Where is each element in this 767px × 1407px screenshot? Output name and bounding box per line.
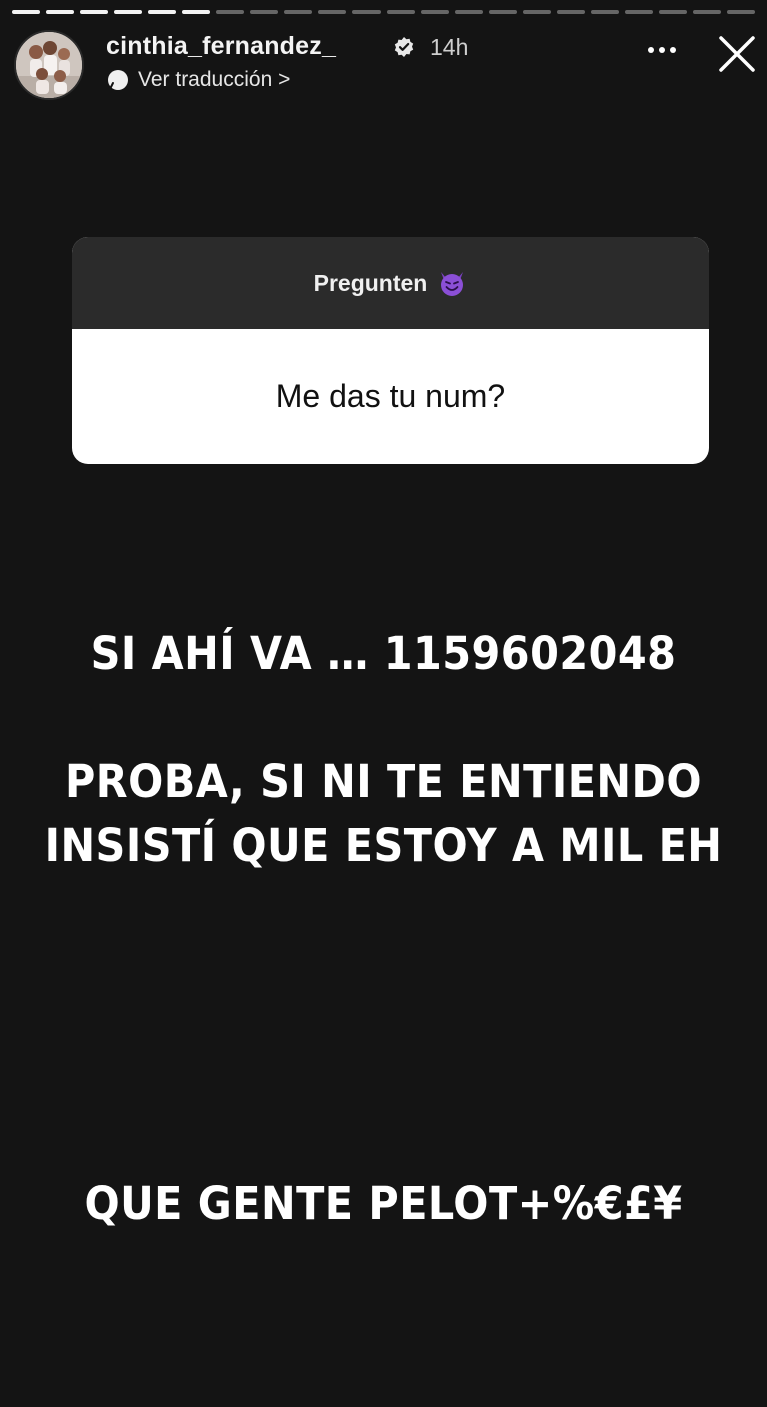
question-sticker-title: Pregunten: [313, 269, 428, 296]
story-progress-bar: [12, 10, 756, 14]
story-progress-segment: [250, 10, 279, 14]
see-translation-button[interactable]: Ver traducción >: [106, 68, 290, 92]
story-text-line-3: INSISTÍ QUE ESTOY A MIL EH: [44, 819, 723, 872]
story-progress-segment: [488, 10, 517, 14]
verified-badge-icon: [394, 37, 414, 57]
story-progress-segment: [46, 10, 75, 14]
story-progress-segment: [556, 10, 585, 14]
story-progress-segment: [522, 10, 551, 14]
post-time: 14h: [430, 34, 469, 60]
story-progress-segment: [182, 10, 211, 14]
story-progress-segment: [80, 10, 109, 14]
story-progress-segment: [114, 10, 143, 14]
story-text-line-2: PROBA, SI NI TE ENTIENDO: [64, 755, 703, 808]
translate-icon: [108, 70, 128, 90]
profile-avatar[interactable]: [14, 30, 84, 100]
story-progress-segment: [658, 10, 687, 14]
story-progress-segment: [284, 10, 313, 14]
question-sticker[interactable]: Pregunten Me das tu num?: [72, 237, 709, 464]
question-sticker-answer: Me das tu num?: [275, 378, 506, 414]
story-text-block-2: PROBA, SI NI TE ENTIENDO INSISTÍ QUE EST…: [31, 750, 737, 878]
story-progress-segment: [624, 10, 653, 14]
story-progress-segment: [148, 10, 177, 14]
story-progress-segment: [454, 10, 483, 14]
story-text-line-1: SI AHÍ VA … 1159602048: [90, 627, 677, 680]
close-icon[interactable]: [717, 34, 757, 74]
see-translation-label: Ver traducción >: [138, 68, 291, 91]
story-progress-segment: [726, 10, 756, 14]
username-link[interactable]: cinthia_fernandez_: [106, 32, 336, 61]
avatar-photo: [16, 32, 82, 98]
smiling-devil-emoji-icon: [441, 272, 464, 296]
story-header: cinthia_fernandez_ 14h Ver traducción >: [14, 28, 757, 100]
story-progress-segment: [590, 10, 619, 14]
story-progress-segment: [318, 10, 347, 14]
story-progress-segment: [352, 10, 381, 14]
more-options-icon[interactable]: [645, 40, 679, 60]
story-progress-segment: [692, 10, 721, 14]
story-progress-segment: [12, 10, 41, 14]
story-progress-segment: [420, 10, 449, 14]
story-text-line-4: QUE GENTE PELOT+%€£¥: [84, 1177, 683, 1230]
story-progress-segment: [386, 10, 415, 14]
story-progress-segment: [216, 10, 245, 14]
question-sticker-header: Pregunten: [72, 237, 709, 329]
